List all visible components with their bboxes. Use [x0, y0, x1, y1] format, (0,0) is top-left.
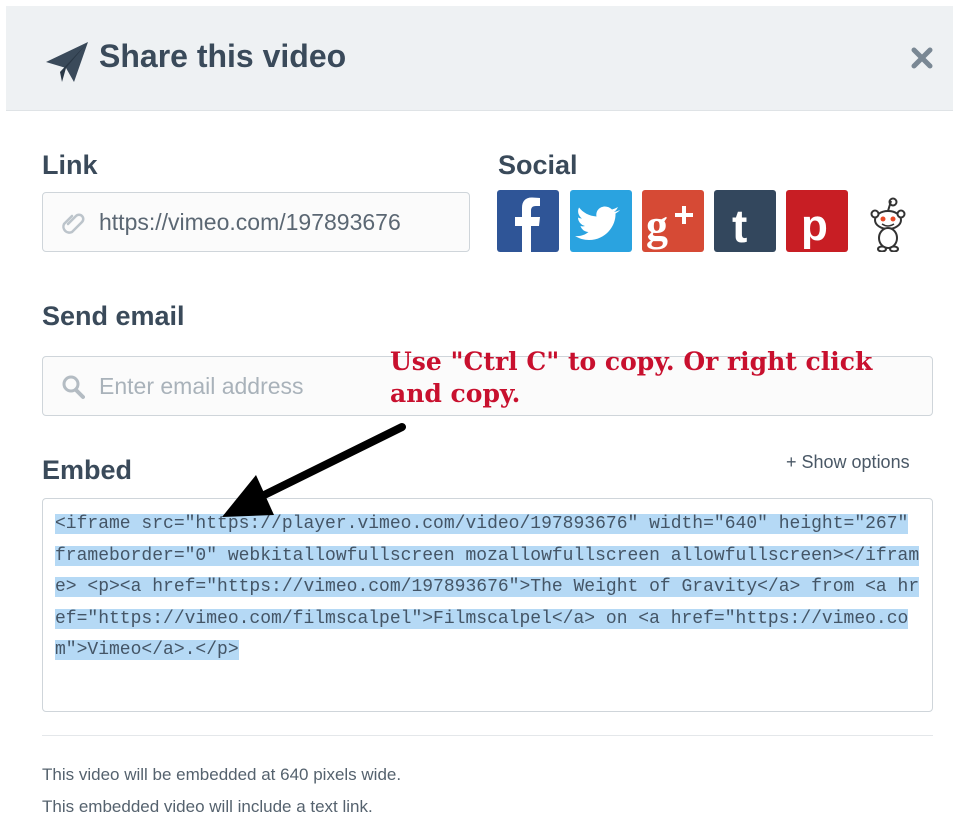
tumblr-button[interactable]: t	[714, 190, 776, 252]
facebook-button[interactable]	[497, 190, 559, 252]
link-value: https://vimeo.com/197893676	[99, 209, 401, 235]
svg-text:g: g	[646, 201, 668, 250]
send-email-label: Send email	[42, 301, 185, 331]
paper-plane-icon	[46, 42, 88, 82]
twitter-button[interactable]	[570, 190, 632, 252]
reddit-button[interactable]	[866, 196, 910, 253]
close-icon[interactable]	[908, 44, 936, 72]
embed-label: Embed	[42, 455, 133, 485]
social-label: Social	[498, 150, 578, 180]
svg-text:p: p	[801, 201, 828, 250]
reddit-icon	[870, 197, 906, 253]
text-link-note: This embedded video will include a text …	[42, 797, 373, 816]
embed-code-text: <iframe src="https://player.vimeo.com/vi…	[55, 514, 920, 660]
link-label: Link	[42, 150, 98, 180]
pinterest-button[interactable]: p	[786, 190, 848, 252]
twitter-icon	[575, 206, 620, 240]
pinterest-icon: p	[801, 201, 828, 250]
modal-title: Share this video	[99, 38, 347, 74]
paperclip-icon	[62, 213, 85, 234]
facebook-icon	[515, 197, 540, 252]
svg-text:t: t	[732, 200, 747, 252]
modal-header: Share this video	[6, 6, 953, 111]
embed-width-note: This video will be embedded at 640 pixel…	[42, 765, 402, 784]
link-field[interactable]: https://vimeo.com/197893676	[42, 192, 470, 252]
divider	[42, 735, 933, 736]
google-plus-button[interactable]: g	[642, 190, 704, 252]
tumblr-icon: t	[732, 200, 747, 252]
google-plus-icon: g	[646, 201, 693, 250]
embed-code-box[interactable]: <iframe src="https://player.vimeo.com/vi…	[42, 498, 933, 712]
annotation-arrow	[222, 423, 406, 517]
email-placeholder: Enter email address	[99, 373, 304, 399]
search-icon	[62, 375, 85, 399]
copy-annotation: Use "Ctrl C" to copy. Or right click and…	[390, 347, 873, 408]
show-options-link[interactable]: + Show options	[786, 452, 910, 473]
embed-code[interactable]: <iframe src="https://player.vimeo.com/vi…	[55, 509, 925, 667]
